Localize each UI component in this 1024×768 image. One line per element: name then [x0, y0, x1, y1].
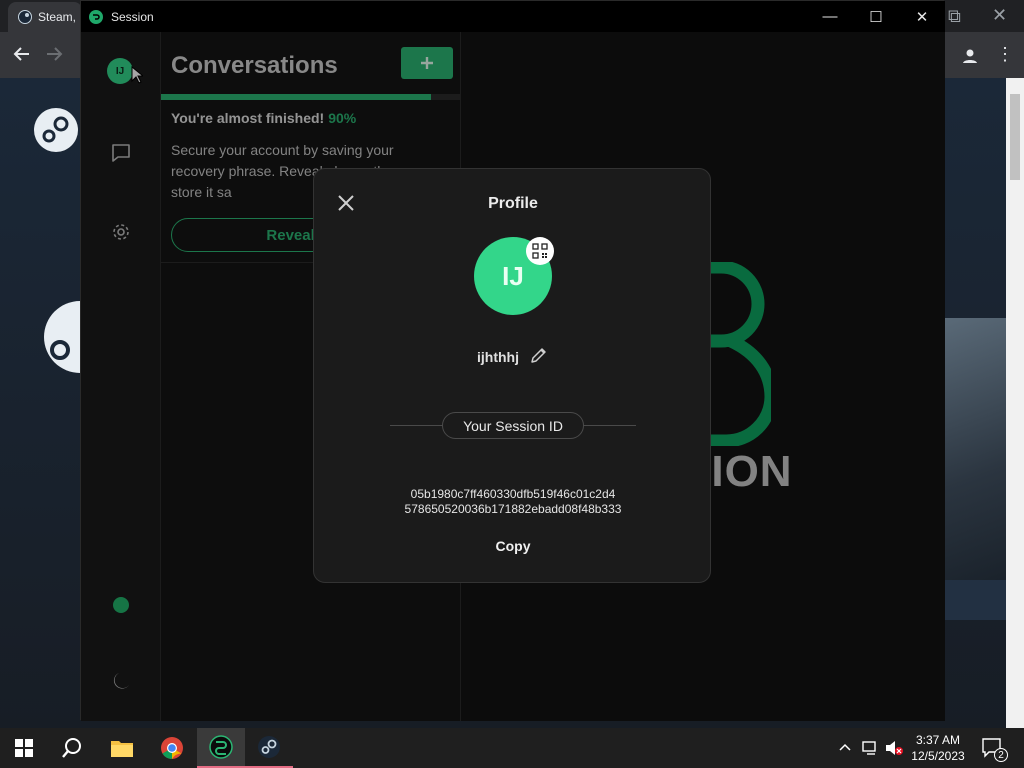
username: ijhthhj [477, 348, 519, 365]
clock-time: 3:37 AM [915, 733, 961, 747]
steam-hero-art [944, 318, 1006, 580]
network-icon[interactable] [862, 740, 880, 761]
chrome-icon[interactable] [148, 728, 196, 768]
notification-count-badge: 2 [994, 748, 1008, 762]
steam-band [944, 580, 1006, 620]
steam-logo-icon [34, 108, 78, 157]
taskbar: 3:37 AM 12/5/2023 2 [0, 728, 1024, 768]
session-id-label: Your Session ID [442, 412, 584, 439]
forward-arrow-icon[interactable] [44, 44, 64, 69]
qr-code-icon [532, 243, 548, 259]
session-id-value: 05b1980c7ff460330dfb519f46c01c2d4 578650… [314, 487, 712, 517]
windows-start-icon[interactable] [0, 728, 48, 768]
search-icon[interactable] [48, 728, 96, 768]
minimize-button[interactable]: — [807, 1, 853, 32]
profile-modal: Profile IJ ijhthhj Your Session ID 05b19… [313, 168, 711, 583]
session-app-icon [89, 9, 103, 24]
clock[interactable]: 3:37 AM 12/5/2023 [906, 732, 970, 764]
session-id-line-2: 578650520036b171882ebadd08f48b333 [404, 502, 622, 516]
profile-icon[interactable] [958, 44, 982, 68]
window-title: Session [111, 9, 154, 24]
file-explorer-icon[interactable] [98, 728, 146, 768]
browser-tab[interactable]: Steam, [8, 2, 82, 32]
clock-date: 12/5/2023 [911, 749, 965, 763]
tray-chevron-up-icon[interactable] [838, 740, 852, 759]
maximize-button[interactable]: ☐ [853, 1, 899, 32]
edit-pencil-icon[interactable] [529, 345, 549, 368]
steam-large-logo-icon [34, 300, 116, 379]
qr-code-button[interactable] [526, 237, 554, 265]
back-arrow-icon[interactable] [12, 44, 32, 69]
modal-title: Profile [488, 195, 538, 212]
copy-button[interactable]: Copy [463, 535, 563, 557]
volume-muted-icon[interactable] [884, 740, 904, 761]
steam-tab-icon [18, 10, 32, 24]
username-row: ijhthhj [314, 345, 712, 368]
steam-taskbar-icon[interactable] [245, 728, 293, 768]
close-icon[interactable]: ✕ [992, 5, 1007, 26]
page-scrollbar-thumb[interactable] [1010, 94, 1020, 180]
session-taskbar-icon[interactable] [197, 728, 245, 768]
title-bar: Session — ☐ ✕ [81, 1, 945, 32]
browser-tab-title: Steam, [38, 10, 77, 24]
close-button[interactable]: ✕ [899, 1, 945, 32]
session-id-line-1: 05b1980c7ff460330dfb519f46c01c2d4 [410, 487, 616, 501]
restore-icon[interactable]: ⧉ [948, 6, 961, 27]
kebab-menu-icon[interactable]: ⋮ [996, 44, 1014, 65]
